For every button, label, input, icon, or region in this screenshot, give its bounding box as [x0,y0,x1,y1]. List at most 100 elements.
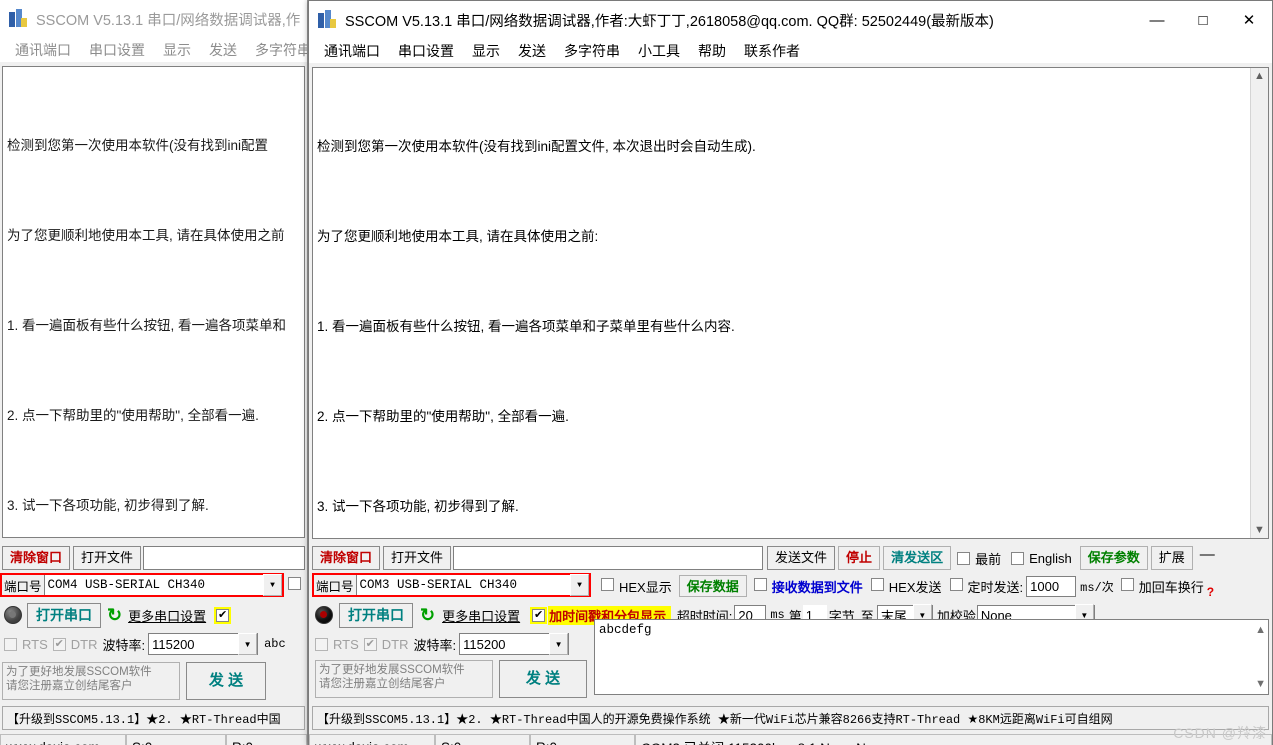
fg-dtr-checkbox[interactable]: ✔ [363,637,377,651]
fg-menubar[interactable]: 通讯端口 串口设置 显示 发送 多字符串 小工具 帮助 联系作者 [309,39,1272,63]
fg-menu-comm-port[interactable]: 通讯端口 [315,41,389,61]
bg-refresh-ports-icon[interactable]: ↻ [107,606,122,624]
fg-clear-send-button[interactable]: 清发送区 [883,546,952,570]
bg-hex-display-checkbox[interactable] [288,577,301,590]
fg-english-label: English [1029,550,1072,566]
fg-file-path-input[interactable] [453,546,764,570]
send-scroll-up-icon[interactable]: ▲ [1255,624,1266,636]
bg-file-path-input[interactable] [143,546,305,570]
fg-menu-serial-setup[interactable]: 串口设置 [389,41,463,61]
fg-receive-scrollbar[interactable]: ▲ ▼ [1250,68,1268,538]
fg-receive-line: 2. 点一下帮助里的"使用帮助", 全部看一遍. [317,409,569,424]
bg-timestamp-checkbox[interactable]: ✔ [214,606,232,624]
bg-status-bar: www.daxia.com S:0 R:0 [0,734,307,745]
bg-port-combo[interactable]: COM4 USB-SERIAL CH340 ▼ [43,574,282,596]
bg-status-received: R:0 [226,734,307,745]
scroll-down-icon[interactable]: ▼ [1254,522,1265,538]
fg-topmost-checkbox[interactable] [957,551,971,565]
fg-rts-label: RTS [333,636,359,652]
fg-timed-send-checkbox[interactable] [949,578,963,591]
fg-receive-area[interactable]: 检测到您第一次使用本软件(没有找到ini配置文件, 本次退出时会自动生成). 为… [312,67,1269,539]
fg-save-params-button[interactable]: 保存参数 [1079,546,1148,570]
bg-menu-multistring[interactable]: 多字符串 [246,40,307,60]
bg-rts-checkbox[interactable] [4,637,17,651]
fg-add-crlf-label: 加回车换行 [1138,579,1204,595]
fg-toolbar-row: 清除窗口 打开文件 发送文件 停止 清发送区 最前 English 保存参数 扩… [309,542,1272,571]
bg-receive-line: 检测到您第一次使用本软件(没有找到ini配置 [7,138,269,153]
fg-hex-send-checkbox[interactable] [870,578,884,591]
fg-menu-send[interactable]: 发送 [509,41,555,61]
help-question-icon[interactable]: ? [1207,585,1214,599]
bg-receive-line: 3. 试一下各项功能, 初步得到了解. [7,498,209,513]
fg-more-settings-button[interactable]: 更多串口设置 [442,606,520,625]
fg-extend-button[interactable]: 扩展 [1150,546,1193,570]
bg-menu-comm-port[interactable]: 通讯端口 [6,40,80,60]
bg-baud-chevron-down-icon[interactable]: ▼ [238,633,258,655]
fg-rts-checkbox[interactable] [315,637,328,651]
fg-timestamp-checkbox[interactable]: ✔ [530,606,548,624]
fg-refresh-ports-icon[interactable]: ↻ [420,606,435,624]
bg-ticker[interactable]: 【升级到SSCOM5.13.1】★2. ★RT-Thread中国 [2,706,305,730]
fg-menu-tools[interactable]: 小工具 [629,41,689,61]
bg-send-button[interactable]: 发 送 [186,662,266,700]
bg-toolbar-row: 清除窗口 打开文件 [0,542,307,571]
fg-receive-text: 检测到您第一次使用本软件(没有找到ini配置文件, 本次退出时会自动生成). 为… [313,68,1268,538]
close-button[interactable]: ✕ [1226,1,1272,39]
bg-menu-send[interactable]: 发送 [200,40,246,60]
fg-send-file-button[interactable]: 发送文件 [767,546,836,570]
bg-open-serial-row: 打开串口 ↻ 更多串口设置 ✔ [0,599,307,629]
fg-send-button[interactable]: 发 送 [499,660,587,698]
fg-timed-send-input[interactable]: 1000 [1026,575,1077,597]
bg-baud-combo[interactable]: 115200 ▼ [148,633,259,655]
fg-send-textarea[interactable]: abcdefg ▲ ▼ [594,619,1269,695]
minimize-button[interactable]: — [1134,1,1180,39]
fg-open-file-button[interactable]: 打开文件 [383,546,452,570]
fg-add-crlf-checkbox[interactable] [1120,578,1134,591]
bg-baud-label: 波特率: [102,637,146,653]
fg-baud-combo[interactable]: 115200 ▼ [459,633,570,655]
fg-ticker[interactable]: 【升级到SSCOM5.13.1】★2. ★RT-Thread中国人的开源免费操作… [312,706,1269,730]
fg-port-combo[interactable]: COM3 USB-SERIAL CH340 ▼ [355,574,589,596]
fg-open-port-button[interactable]: 打开串口 [339,602,413,628]
bg-receive-area[interactable]: 检测到您第一次使用本软件(没有找到ini配置 为了您更顺利地使用本工具, 请在具… [2,66,305,538]
bg-more-settings-button[interactable]: 更多串口设置 [128,606,206,625]
bg-menu-display[interactable]: 显示 [154,40,200,60]
fg-receive-line: 1. 看一遍面板有些什么按钮, 看一遍各项菜单和子菜单里有些什么内容. [317,319,735,334]
bg-dtr-checkbox[interactable]: ✔ [52,637,66,651]
bg-dtr-label: DTR [70,636,98,652]
screenshot-root: SSCOM V5.13.1 串口/网络数据调试器,作 通讯端口 串口设置 显示 … [0,0,1273,745]
bg-menu-serial-setup[interactable]: 串口设置 [80,40,154,60]
fg-port-chevron-down-icon[interactable]: ▼ [570,574,589,596]
bg-open-port-button[interactable]: 打开串口 [27,602,101,628]
bg-clear-window-button[interactable]: 清除窗口 [2,546,71,570]
fg-hex-display-checkbox[interactable] [601,578,614,591]
fg-menu-help[interactable]: 帮助 [689,41,735,61]
fg-save-data-button[interactable]: 保存数据 [678,575,747,597]
foreground-window[interactable]: SSCOM V5.13.1 串口/网络数据调试器,作者:大虾丁丁,2618058… [308,0,1273,745]
fg-status-received: R:0 [530,734,635,745]
maximize-button[interactable]: □ [1180,1,1226,39]
bg-port-chevron-down-icon[interactable]: ▼ [263,574,282,596]
fg-recv-to-file-checkbox[interactable] [753,578,767,591]
bg-send-hint: abc [264,637,286,651]
fg-clear-window-button[interactable]: 清除窗口 [312,546,381,570]
fg-collapse-button[interactable]: — [1195,546,1219,570]
scroll-up-icon[interactable]: ▲ [1254,68,1265,84]
fg-recv-to-file-label[interactable]: 接收数据到文件 [772,577,863,596]
fg-english-checkbox[interactable] [1011,551,1025,565]
fg-menu-display[interactable]: 显示 [463,41,509,61]
bg-menubar[interactable]: 通讯端口 串口设置 显示 发送 多字符串 [0,38,307,62]
fg-status-bar: www.daxia.com S:0 R:0 COM3 已关闭 115200bps… [309,734,1272,745]
bg-open-file-button[interactable]: 打开文件 [73,546,142,570]
fg-stop-button[interactable]: 停止 [838,546,881,570]
fg-hex-display-label: HEX显示 [619,579,672,595]
fg-baud-chevron-down-icon[interactable]: ▼ [549,633,569,655]
fg-menu-contact[interactable]: 联系作者 [735,41,809,61]
watermark: CSDN @羚漆 [1173,725,1267,741]
background-window[interactable]: SSCOM V5.13.1 串口/网络数据调试器,作 通讯端口 串口设置 显示 … [0,0,308,745]
send-scroll-down-icon[interactable]: ▼ [1255,678,1266,690]
fg-titlebar[interactable]: SSCOM V5.13.1 串口/网络数据调试器,作者:大虾丁丁,2618058… [309,1,1272,39]
fg-baud-value: 115200 [463,636,506,652]
fg-menu-multistring[interactable]: 多字符串 [555,41,629,61]
bg-receive-line: 1. 看一遍面板有些什么按钮, 看一遍各项菜单和 [7,318,287,333]
